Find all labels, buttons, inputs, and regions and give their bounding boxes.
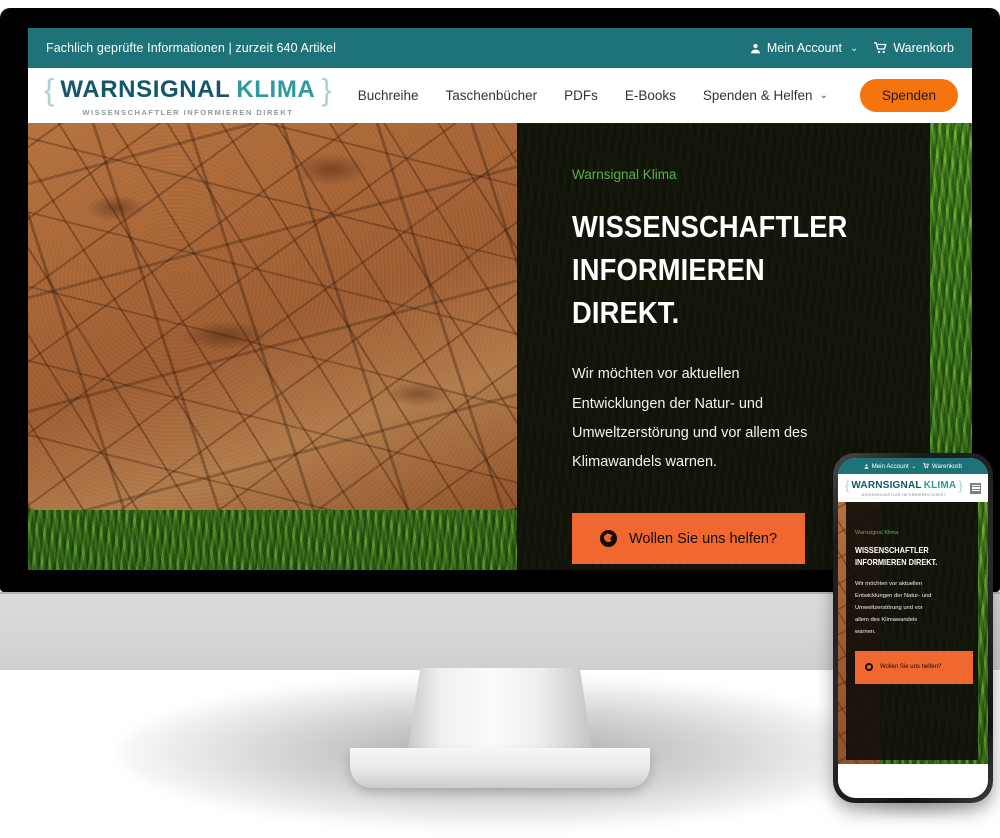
chevron-down-icon: ⌄ [911,462,917,470]
mobile-phone-mockup: Mein Account ⌄ Warenkorb { WARNSIGNAL KL… [828,448,1000,820]
logo-wordmark: { WARNSIGNAL KLIMA } [44,74,332,105]
main-navigation: Buchreihe Taschenbücher PDFs E-Books Spe… [358,88,828,103]
nav-label: Taschenbücher [445,88,538,103]
mobile-hero-content: Warnsignal Klima Wissenschaftler informi… [855,530,973,684]
logo-brace-right: } [958,478,963,494]
help-us-cta-button[interactable]: Wollen Sie uns helfen? [572,513,806,565]
mobile-header: { WARNSIGNAL KLIMA } WISSENSCHAFTLER INF… [838,474,988,502]
logo-word-klima: KLIMA [236,75,316,103]
my-account-menu[interactable]: Mein Account ⌄ [750,41,858,55]
mobile-hero-heading: Wissenschaftler informieren direkt. [855,546,938,567]
mobile-site-logo[interactable]: { WARNSIGNAL KLIMA } WISSENSCHAFTLER INF… [845,479,963,497]
nav-item-taschenbuecher[interactable]: Taschenbücher [446,88,538,103]
help-us-cta-label: Wollen Sie uns helfen? [629,530,778,547]
globe-icon [865,663,873,672]
chevron-down-icon: ⌄ [819,90,828,101]
monitor-base [350,748,650,788]
mobile-cart-link[interactable]: Warenkorb [923,463,962,470]
nav-item-ebooks[interactable]: E-Books [625,88,676,103]
topbar-tagline: Fachlich geprüfte Informationen | zurzei… [46,41,336,55]
nav-label: Buchreihe [357,88,419,103]
phone-frame: Mein Account ⌄ Warenkorb { WARNSIGNAL KL… [833,453,993,803]
cart-link[interactable]: Warenkorb [874,41,954,55]
logo-word-warnsignal: WARNSIGNAL [60,75,231,103]
mobile-help-us-cta-button[interactable]: Wollen Sie uns helfen? [855,650,973,684]
mobile-logo-subtitle: WISSENSCHAFTLER INFORMIEREN DIREKT [861,492,947,497]
logo-word-klima: KLIMA [923,479,957,491]
hero-eyebrow: Warnsignal Klima [572,167,677,182]
mobile-hero-eyebrow: Warnsignal Klima [855,530,899,536]
nav-item-buchreihe[interactable]: Buchreihe [358,88,419,103]
site-logo[interactable]: { WARNSIGNAL KLIMA } WISSENSCHAFTLER INF… [44,74,332,117]
chevron-down-icon: ⌄ [849,42,859,54]
hero-paragraph: Wir möchten vor aktuellen Entwicklungen … [572,366,808,471]
cart-label: Warenkorb [893,41,954,55]
logo-brace-left: { [44,72,55,108]
nav-label: E-Books [624,88,676,103]
donate-button[interactable]: Spenden [859,79,958,112]
nav-item-pdfs[interactable]: PDFs [564,88,598,103]
logo-brace-right: } [321,72,332,108]
hero-heading: Wissenschaftler informieren direkt. [572,206,854,334]
mobile-utility-topbar: Mein Account ⌄ Warenkorb [838,458,988,474]
mobile-below-hero-white-area [838,764,988,798]
person-icon [750,43,761,54]
phone-inner-bezel: Mein Account ⌄ Warenkorb { WARNSIGNAL KL… [838,458,988,798]
logo-word-warnsignal: WARNSIGNAL [851,479,922,491]
mobile-hero-paragraph: Wir möchten vor aktuellen Entwicklungen … [855,580,932,636]
nav-label: PDFs [564,88,598,103]
cart-icon [874,42,887,54]
globe-icon [600,530,617,548]
utility-topbar: Fachlich geprüfte Informationen | zurzei… [28,28,972,68]
mobile-my-account-menu[interactable]: Mein Account ⌄ [864,463,916,470]
phone-screen: Mein Account ⌄ Warenkorb { WARNSIGNAL KL… [838,458,988,798]
mobile-logo-wordmark: { WARNSIGNAL KLIMA } [845,479,963,492]
site-header: { WARNSIGNAL KLIMA } WISSENSCHAFTLER INF… [28,68,972,123]
mobile-my-account-label: Mein Account [871,462,909,470]
topbar-actions: Mein Account ⌄ Warenkorb [750,41,954,55]
nav-item-spenden-helfen[interactable]: Spenden & Helfen ⌄ [703,88,828,103]
logo-brace-left: { [845,478,850,494]
mobile-cart-label: Warenkorb [931,462,962,470]
hamburger-menu-icon[interactable] [970,482,981,494]
logo-subtitle: WISSENSCHAFTLER INFORMIEREN DIREKT [82,108,294,118]
person-icon [864,463,869,469]
mobile-hero-section: Warnsignal Klima Wissenschaftler informi… [838,502,988,764]
nav-label: Spenden & Helfen [702,88,813,103]
hero-heading-line-1: Wissenschaftler [572,209,848,244]
my-account-label: Mein Account [766,41,842,55]
hero-heading-line-2: informieren direkt. [572,251,765,330]
cart-icon [923,463,930,469]
cracked-earth-image [28,123,517,510]
mobile-help-us-cta-label: Wollen Sie uns helfen? [880,663,942,670]
